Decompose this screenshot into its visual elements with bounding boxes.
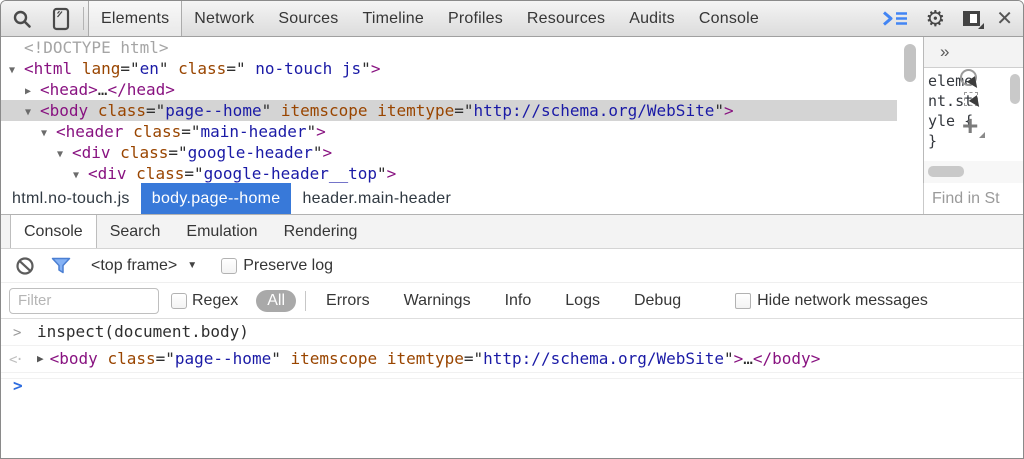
filter-input[interactable] [9,288,159,314]
expand-arrow-icon[interactable]: ▼ [41,123,56,144]
prompt-chevron-icon: > [13,375,23,396]
dock-side-icon[interactable] [963,11,980,26]
tab-timeline[interactable]: Timeline [351,1,436,36]
styles-hscrollbar[interactable] [924,161,1023,183]
return-value-icon: <· [9,350,22,371]
drawer-tab-bar: ConsoleSearchEmulationRendering [1,215,1023,249]
elements-panel: <!DOCTYPE html>▼<html lang="en" class=" … [1,37,1023,183]
dom-tree-row[interactable]: ▼<html lang="en" class=" no-touch js"> [1,58,897,79]
console-filter-bar: Regex All Errors Warnings Info Logs Debug Hid… [1,283,1023,319]
expand-sidebar-icon[interactable]: » [940,42,949,62]
styles-sidebar: » element.style {} + [923,37,1023,183]
result-code: <body class="page--home" itemscope itemt… [50,349,821,368]
panel-tabs: ElementsNetworkSourcesTimelineProfilesRe… [88,1,771,36]
preserve-log-checkbox[interactable] [221,258,237,274]
expand-arrow-icon[interactable]: ▼ [73,165,88,183]
styles-scrollbar-thumb[interactable] [1010,74,1020,104]
console-result[interactable]: <· ▶ <body class="page--home" itemscope it… [1,346,1023,373]
main-toolbar: ElementsNetworkSourcesTimelineProfilesRe… [1,1,1023,37]
regex-checkbox[interactable] [171,293,187,309]
settings-gear-icon[interactable]: ⚙ [926,8,946,30]
level-filter-info[interactable]: Info [505,292,532,310]
preserve-log-toggle[interactable]: Preserve log [221,257,333,275]
hide-network-label: Hide network messages [757,292,928,310]
hscrollbar-thumb[interactable] [928,166,964,177]
filter-funnel-icon[interactable] [51,257,71,274]
breadcrumb-item[interactable]: body.page--home [141,183,292,214]
toolbar-separator [83,7,84,30]
tab-resources[interactable]: Resources [515,1,617,36]
level-filter-debug[interactable]: Debug [634,292,681,310]
console-toolbar: <top frame> ▼ Preserve log [1,249,1023,283]
breadcrumb: html.no-touch.jsbody.page--homeheader.ma… [1,183,462,214]
command-text: inspect(document.body) [37,322,249,341]
tab-elements[interactable]: Elements [88,1,182,36]
frame-selector[interactable]: <top frame> ▼ [91,257,197,275]
sidebar-header: » [924,37,1023,68]
frame-selector-label: <top frame> [91,257,177,275]
dom-tree-row[interactable]: ▶<head>…</head> [1,79,897,100]
breadcrumb-item[interactable]: header.main-header [291,183,462,214]
toolbar-right-icons: ⚙ ✕ [864,1,1024,36]
device-emulation-icon[interactable] [43,1,79,36]
preserve-log-label: Preserve log [243,257,333,275]
level-filter-all[interactable]: All [256,290,296,312]
dom-tree-row[interactable]: ▼<body class="page--home" itemscope item… [1,100,897,121]
console-command[interactable]: > inspect(document.body) [1,319,1023,346]
dom-tree-scrollbar[interactable] [897,37,923,183]
drawer-tab-emulation[interactable]: Emulation [173,215,270,248]
breadcrumb-item[interactable]: html.no-touch.js [1,183,141,214]
hide-network-checkbox[interactable] [735,293,751,309]
expand-triangle-icon[interactable]: ▶ [37,352,44,365]
drawer-tab-search[interactable]: Search [97,215,174,248]
drawer-tab-rendering[interactable]: Rendering [271,215,371,248]
expand-arrow-icon[interactable]: ▶ [25,81,40,102]
element-state-icon[interactable] [960,69,977,86]
drawer-tab-console[interactable]: Console [10,215,97,248]
dom-tree-row[interactable]: ▼<header class="main-header"> [1,121,897,142]
close-icon[interactable]: ✕ [996,9,1013,29]
tab-console[interactable]: Console [687,1,771,36]
expand-arrow-icon[interactable]: ▼ [57,144,72,165]
tab-network[interactable]: Network [182,1,266,36]
find-in-styles-field[interactable]: Find in St [923,183,1023,214]
level-filter-logs[interactable]: Logs [565,292,600,310]
console-messages: > inspect(document.body) <· ▶ <body class=… [1,319,1023,458]
find-placeholder: Find in St [932,190,1000,208]
tab-profiles[interactable]: Profiles [436,1,515,36]
filter-separator [305,291,306,311]
dom-tree-row[interactable]: ▼<div class="google-header"> [1,142,897,163]
dom-tree-row[interactable]: <!DOCTYPE html> [1,37,897,58]
devtools-window: ElementsNetworkSourcesTimelineProfilesRe… [0,0,1024,459]
tab-audits[interactable]: Audits [617,1,687,36]
command-chevron-icon: > [13,323,21,344]
styles-pane: element.style {} + [924,68,1023,161]
scrollbar-thumb[interactable] [904,44,916,82]
regex-label: Regex [192,292,238,310]
regex-toggle[interactable]: Regex [171,292,238,310]
hide-network-toggle[interactable]: Hide network messages [735,292,928,310]
level-filter-errors[interactable]: Errors [326,292,370,310]
expand-arrow-icon[interactable]: ▼ [25,102,40,123]
search-icon[interactable] [1,1,43,36]
breadcrumb-bar: html.no-touch.jsbody.page--homeheader.ma… [1,183,1023,215]
dom-tree: <!DOCTYPE html>▼<html lang="en" class=" … [1,37,897,183]
inspect-cursor-icon[interactable] [964,92,978,106]
level-filter-warnings[interactable]: Warnings [404,292,471,310]
console-drawer-icon[interactable] [882,10,908,27]
tab-sources[interactable]: Sources [266,1,350,36]
chevron-down-icon: ▼ [187,260,197,271]
clear-console-icon[interactable] [15,256,35,276]
expand-arrow-icon[interactable]: ▼ [9,60,24,81]
new-style-rule-icon[interactable]: + [962,112,978,140]
dom-tree-row[interactable]: ▼<div class="google-header__top"> [1,163,897,183]
log-level-filters: All Errors Warnings Info Logs Debug [256,290,715,312]
console-prompt[interactable]: > [1,373,1023,379]
